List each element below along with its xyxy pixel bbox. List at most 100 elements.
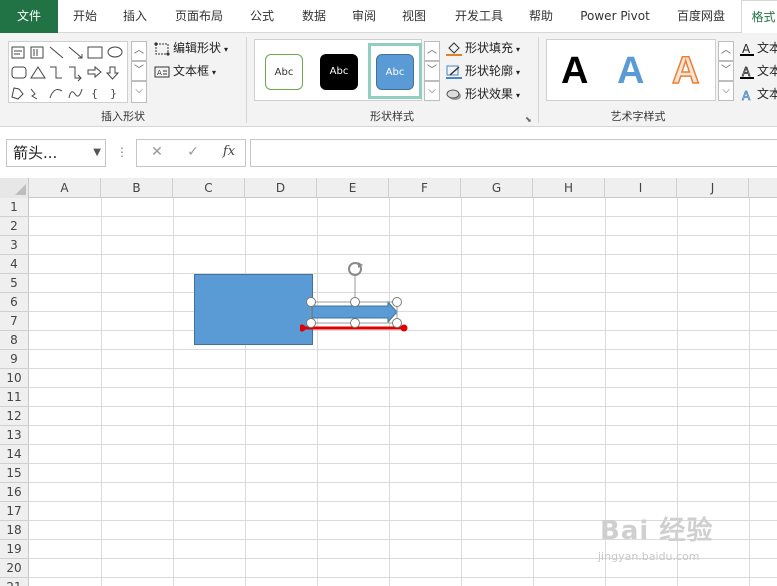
shapes-expand-button[interactable]: ⌵ bbox=[131, 81, 147, 103]
text-box-button[interactable]: A 文本框 ▾ bbox=[154, 62, 216, 80]
shape-outline-button[interactable]: 形状轮廓 ▾ bbox=[446, 62, 520, 80]
tab-developer[interactable]: 开发工具 bbox=[446, 0, 512, 33]
resize-handle[interactable] bbox=[392, 318, 402, 328]
row-header[interactable]: 2 bbox=[0, 217, 29, 236]
column-header[interactable]: H bbox=[533, 178, 605, 198]
row-header[interactable]: 18 bbox=[0, 521, 29, 540]
cancel-button[interactable]: ✕ bbox=[147, 144, 167, 160]
row-header[interactable]: 8 bbox=[0, 331, 29, 350]
text-fill-icon: A bbox=[740, 42, 754, 56]
tab-baidu-netdisk[interactable]: 百度网盘 bbox=[668, 0, 734, 33]
insert-function-button[interactable]: fx bbox=[219, 144, 239, 159]
wordart-black[interactable]: A bbox=[561, 48, 588, 94]
tab-insert[interactable]: 插入 bbox=[112, 0, 158, 33]
resize-handle[interactable] bbox=[306, 297, 316, 307]
formula-buttons: ✕ ✓ fx bbox=[136, 139, 246, 167]
row-header[interactable]: 16 bbox=[0, 483, 29, 502]
row-header[interactable]: 15 bbox=[0, 464, 29, 483]
tab-file[interactable]: 文件 bbox=[0, 0, 58, 33]
row-header[interactable]: 1 bbox=[0, 198, 29, 217]
text-outline-button[interactable]: A 文本 bbox=[740, 62, 777, 80]
shape-styles-dialog-launcher-icon[interactable]: ⬊ bbox=[525, 115, 532, 124]
column-header[interactable]: G bbox=[461, 178, 533, 198]
row-header[interactable]: 13 bbox=[0, 426, 29, 445]
rotate-handle-icon[interactable] bbox=[348, 262, 363, 276]
row-header[interactable]: 20 bbox=[0, 559, 29, 578]
styles-expand-button[interactable]: ⌵ bbox=[424, 81, 440, 101]
row-header[interactable]: 21 bbox=[0, 578, 29, 586]
column-header[interactable]: J bbox=[677, 178, 749, 198]
shapes-gallery-icons: { } bbox=[11, 46, 123, 100]
gridline bbox=[173, 198, 174, 586]
tab-data[interactable]: 数据 bbox=[292, 0, 336, 33]
formula-bar-options-icon[interactable]: ⋮ bbox=[116, 145, 128, 159]
row-header[interactable]: 6 bbox=[0, 293, 29, 312]
row-header[interactable]: 3 bbox=[0, 236, 29, 255]
formula-input[interactable] bbox=[250, 139, 777, 167]
select-all-corner[interactable] bbox=[0, 178, 29, 198]
column-header[interactable]: C bbox=[173, 178, 245, 198]
row-header[interactable]: 14 bbox=[0, 445, 29, 464]
enter-button[interactable]: ✓ bbox=[183, 144, 203, 160]
connector-endpoint[interactable] bbox=[300, 324, 306, 332]
row-header[interactable]: 11 bbox=[0, 388, 29, 407]
styles-scroll-down-button[interactable]: ﹀ bbox=[424, 61, 440, 81]
row-header[interactable]: 19 bbox=[0, 540, 29, 559]
style-swatch-black[interactable]: Abc bbox=[320, 54, 358, 90]
shapes-scroll-up-button[interactable]: ︿ bbox=[131, 41, 147, 61]
tab-help[interactable]: 帮助 bbox=[520, 0, 562, 33]
style-swatch-outline-green[interactable]: Abc bbox=[265, 54, 303, 90]
style-swatch-blue-selected[interactable]: Abc bbox=[376, 54, 414, 90]
gridline bbox=[245, 198, 246, 586]
shapes-gallery[interactable]: { } bbox=[8, 41, 128, 103]
column-header[interactable]: I bbox=[605, 178, 677, 198]
column-header[interactable]: B bbox=[101, 178, 173, 198]
gridline bbox=[29, 216, 777, 217]
selected-arrow-shape[interactable] bbox=[300, 262, 420, 342]
tab-formulas[interactable]: 公式 bbox=[240, 0, 284, 33]
resize-handle[interactable] bbox=[392, 297, 402, 307]
row-header[interactable]: 10 bbox=[0, 369, 29, 388]
column-header[interactable]: A bbox=[29, 178, 101, 198]
tab-power-pivot[interactable]: Power Pivot bbox=[574, 0, 656, 33]
group-insert-shapes: { } ︿ ﹀ ⌵ 编辑形状 ▾ A 文本框 ▾ 插入形状 bbox=[0, 33, 246, 127]
resize-handle[interactable] bbox=[350, 318, 360, 328]
tab-page-layout[interactable]: 页面布局 bbox=[166, 0, 232, 33]
blue-rectangle-shape[interactable] bbox=[194, 274, 313, 345]
tab-format[interactable]: 格式 bbox=[741, 0, 777, 34]
wordart-scroll-down-button[interactable]: ﹀ bbox=[718, 61, 734, 81]
shape-fill-button[interactable]: 形状填充 ▾ bbox=[446, 39, 520, 57]
row-header[interactable]: 9 bbox=[0, 350, 29, 369]
styles-scroll-up-button[interactable]: ︿ bbox=[424, 41, 440, 61]
resize-handle[interactable] bbox=[350, 297, 360, 307]
svg-text:A: A bbox=[157, 69, 162, 77]
edit-shape-button[interactable]: 编辑形状 ▾ bbox=[154, 39, 228, 57]
text-fill-button[interactable]: A 文本 bbox=[740, 39, 777, 57]
gridline bbox=[29, 577, 777, 578]
name-box[interactable]: 箭头... ▼ bbox=[6, 139, 106, 167]
wordart-scroll-up-button[interactable]: ︿ bbox=[718, 41, 734, 61]
tab-view[interactable]: 视图 bbox=[392, 0, 436, 33]
resize-handle[interactable] bbox=[306, 318, 316, 328]
shape-effects-button[interactable]: 形状效果 ▾ bbox=[446, 85, 520, 103]
text-effects-button[interactable]: A 文本 bbox=[740, 85, 777, 103]
row-header[interactable]: 4 bbox=[0, 255, 29, 274]
column-header[interactable]: E bbox=[317, 178, 389, 198]
tab-review[interactable]: 审阅 bbox=[342, 0, 386, 33]
column-header[interactable]: F bbox=[389, 178, 461, 198]
row-header[interactable]: 7 bbox=[0, 312, 29, 331]
shapes-scroll-down-button[interactable]: ﹀ bbox=[131, 61, 147, 81]
row-header[interactable]: 17 bbox=[0, 502, 29, 521]
chevron-down-icon[interactable]: ▼ bbox=[93, 140, 101, 166]
row-header[interactable]: 12 bbox=[0, 407, 29, 426]
wordart-blue[interactable]: A bbox=[617, 48, 644, 94]
tab-home[interactable]: 开始 bbox=[62, 0, 108, 33]
column-header-partial[interactable] bbox=[749, 178, 777, 198]
column-header[interactable]: D bbox=[245, 178, 317, 198]
text-effects-icon: A bbox=[740, 88, 754, 103]
dropdown-caret-icon: ▾ bbox=[516, 45, 521, 54]
wordart-expand-button[interactable]: ⌵ bbox=[718, 81, 734, 101]
row-header[interactable]: 5 bbox=[0, 274, 29, 293]
wordart-orange-outline[interactable]: A bbox=[671, 48, 700, 94]
connector-endpoint[interactable] bbox=[400, 324, 408, 332]
